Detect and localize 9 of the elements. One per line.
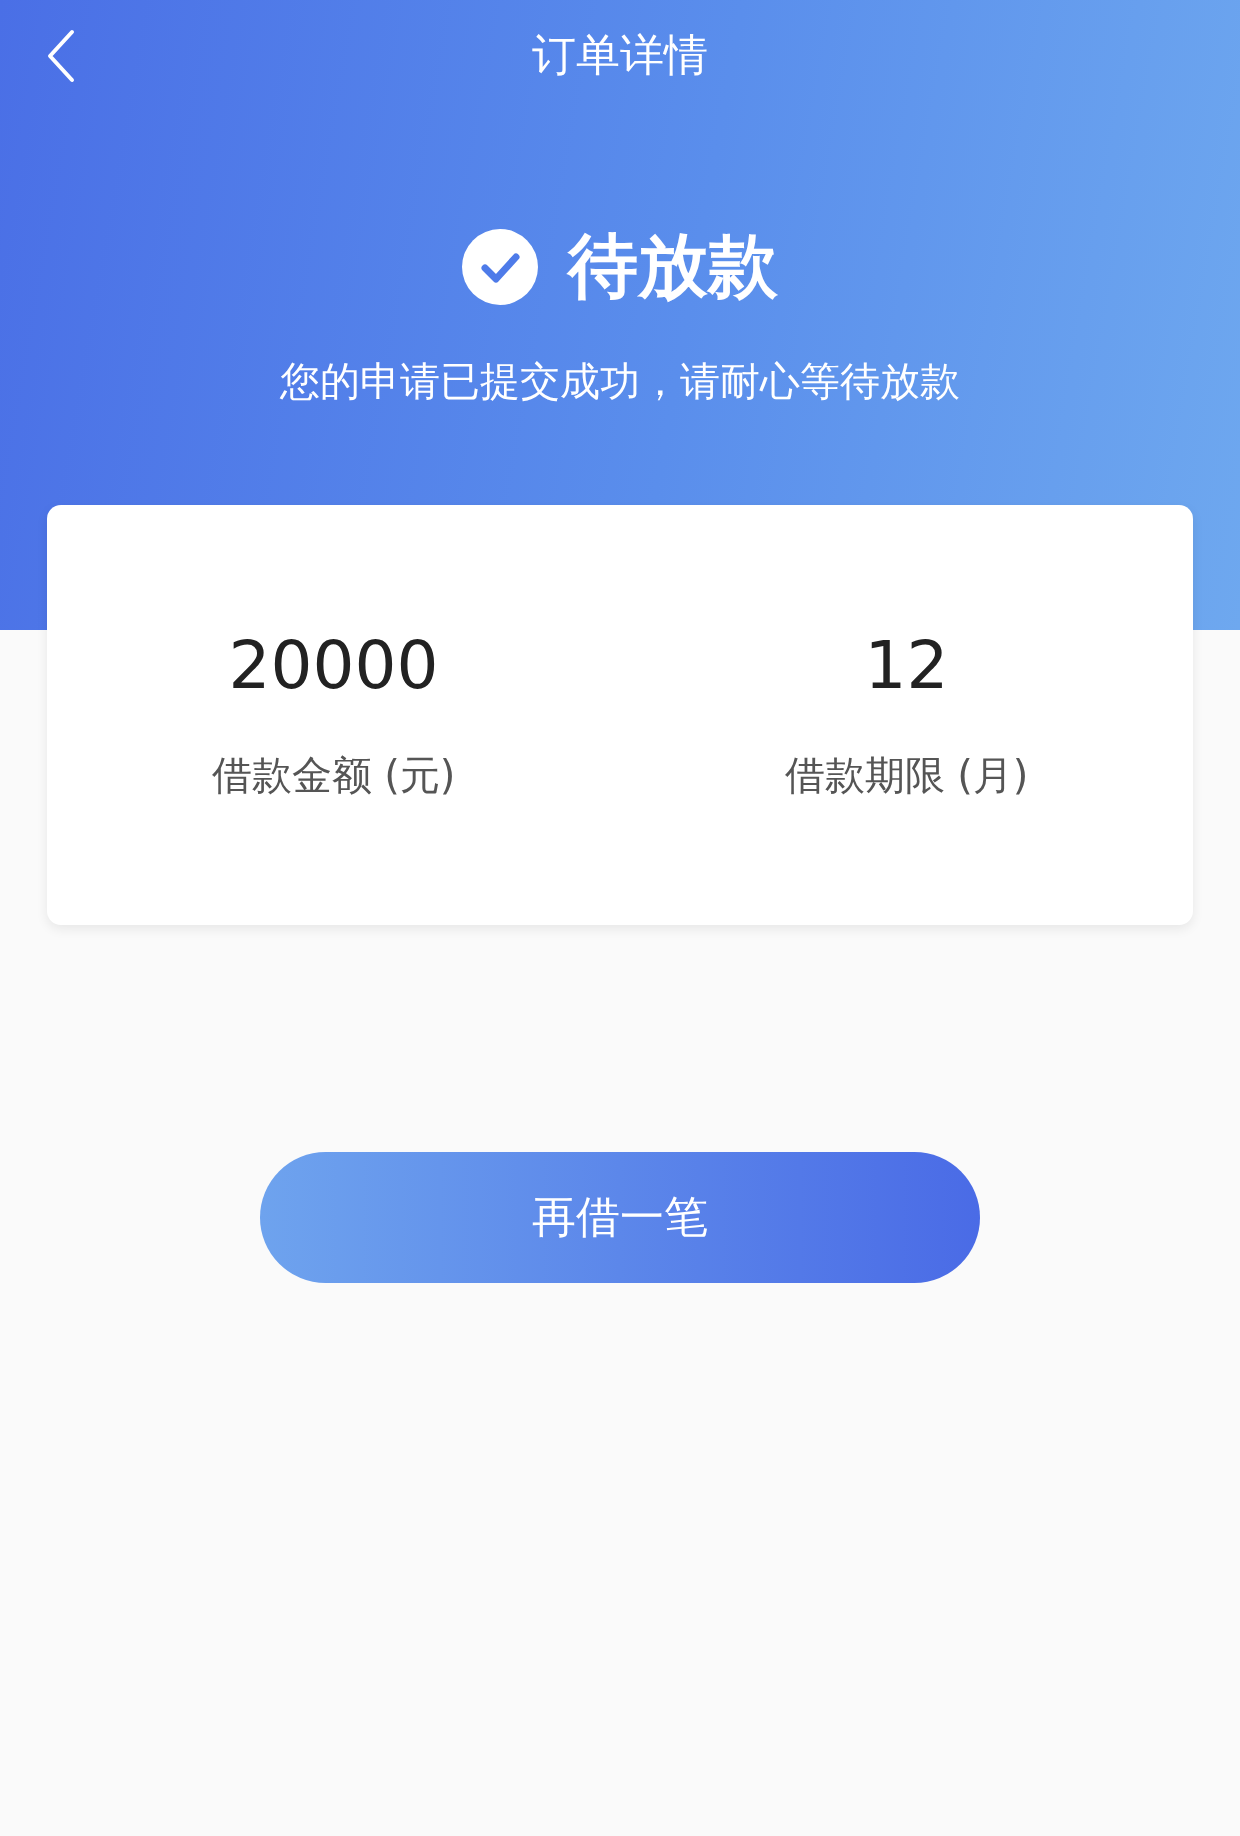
- summary-value: 12: [864, 627, 949, 704]
- summary-label: 借款金额 (元): [211, 751, 456, 800]
- status-message: 您的申请已提交成功，请耐心等待放款: [280, 357, 960, 406]
- page-title: 订单详情: [532, 27, 708, 82]
- status-title: 待放款: [568, 224, 778, 309]
- summary-value: 20000: [228, 627, 439, 704]
- borrow-again-button[interactable]: 再借一笔: [260, 1152, 980, 1283]
- checkmark-icon: [462, 229, 538, 305]
- summary-label: 借款期限 (月): [784, 751, 1029, 800]
